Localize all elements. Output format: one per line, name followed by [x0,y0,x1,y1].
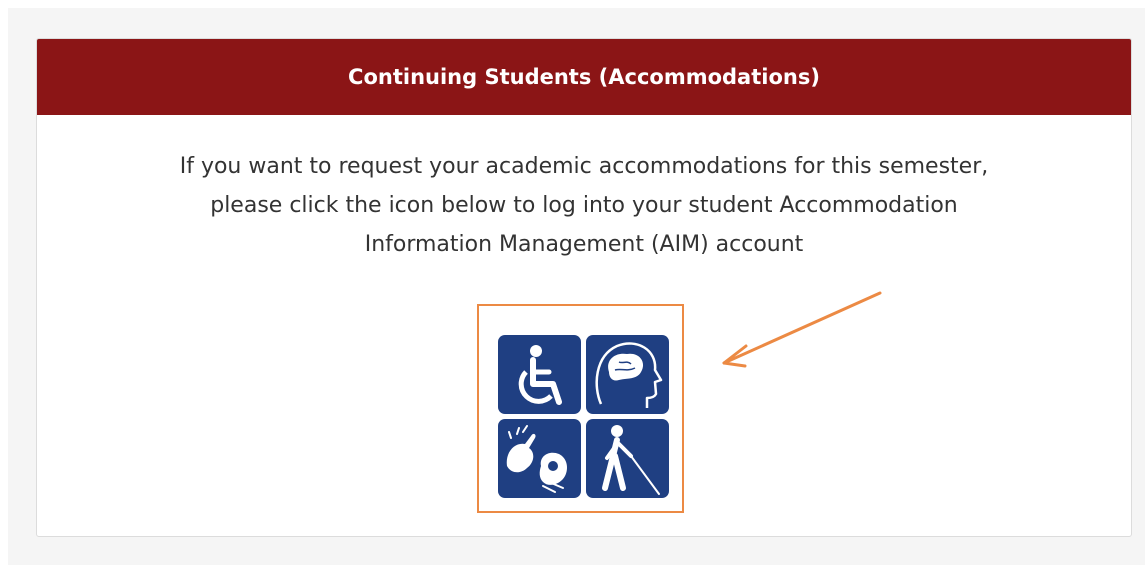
instruction-line-2: please click the icon below to log into … [210,193,958,218]
blind-cane-icon[interactable] [586,419,669,498]
aim-login-icon-link[interactable] [477,304,684,513]
card-title: Continuing Students (Accommodations) [348,65,820,89]
instruction-line-3: Information Management (AIM) account [364,232,804,257]
instruction-line-1: If you want to request your academic acc… [179,154,989,179]
accessibility-icons[interactable] [479,306,682,511]
head-brain-icon[interactable] [586,335,669,414]
sign-language-icon[interactable] [498,419,581,498]
wheelchair-icon[interactable] [498,335,581,414]
card-header: Continuing Students (Accommodations) [37,39,1131,115]
card-body: If you want to request your academic acc… [37,115,1131,264]
